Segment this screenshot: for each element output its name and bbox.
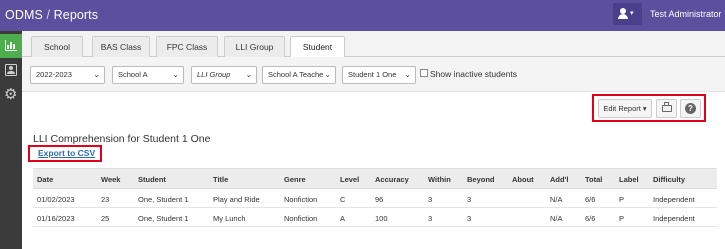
table-cell: A [340,214,346,223]
chevron-down-icon: ⌄ [172,70,179,79]
tab-lli-group[interactable]: LLI Group [224,36,285,57]
table-cell: Play and Ride [213,195,260,204]
column-header[interactable]: Level [340,175,359,184]
report-tabs: School BAS Class FPC Class LLI Group Stu… [22,31,725,58]
chevron-down-icon: ⌄ [93,70,100,79]
table-cell: C [340,195,346,204]
table-cell: P [619,195,625,204]
top-navbar: ODMS / Reports ▾ Test Administrator [0,0,725,31]
export-csv-link[interactable]: Export to CSV [38,148,95,158]
user-menu-button[interactable]: ▾ [613,3,642,25]
table-row: 01/16/2023 25 One, Student 1 My Lunch No… [33,209,717,227]
table-cell: 01/16/2023 [37,214,75,223]
column-header[interactable]: Week [101,175,120,184]
student-select[interactable]: Student 1 One ⌄ [342,66,416,84]
sidebar-item-students[interactable] [0,59,22,83]
sidebar-item-reports[interactable] [0,34,22,58]
table-cell: One, Student 1 [138,195,189,204]
table-cell: My Lunch [213,214,246,223]
school-year-select[interactable]: 2022-2023 ⌄ [30,66,105,84]
teacher-select[interactable]: School A Teache ⌄ [262,66,336,84]
table-cell: 3 [428,214,433,223]
table-cell: 3 [428,195,433,204]
table-cell: N/A [550,214,563,223]
tab-fpc-class[interactable]: FPC Class [156,36,218,57]
table-cell: Nonfiction [284,195,318,204]
table-cell: 25 [101,214,110,223]
show-inactive-checkbox[interactable] [420,69,428,77]
column-header[interactable]: Student [138,175,166,184]
tab-school[interactable]: School [31,36,83,57]
table-cell: P [619,214,625,223]
column-header[interactable]: Add'l [550,175,568,184]
table-cell: 6/6 [585,214,596,223]
app-name[interactable]: ODMS [5,8,43,22]
tab-bas-class[interactable]: BAS Class [92,36,150,57]
gear-icon: ⚙ [4,86,18,103]
report-title: LLI Comprehension for Student 1 One [33,133,211,145]
column-header[interactable]: Date [37,175,53,184]
table-cell: Independent [653,214,695,223]
group-select[interactable]: LLI Group ⌄ [191,66,257,84]
sidebar: ⚙ [0,31,22,249]
user-icon-body [618,14,628,19]
chevron-down-icon: ⌄ [324,70,331,79]
help-icon: ? [685,103,696,114]
tab-student[interactable]: Student [290,36,345,58]
page-title: Reports [53,8,99,22]
show-inactive-label[interactable]: Show inactive students [430,69,517,79]
help-button[interactable]: ? [680,99,701,118]
table-cell: 96 [375,195,384,204]
column-header[interactable]: Label [619,175,639,184]
column-header[interactable]: Beyond [467,175,495,184]
table-cell: 3 [467,214,472,223]
table-header: Date Week Student Title Genre Level Accu… [33,168,717,189]
chevron-down-icon: ⌄ [245,70,252,79]
column-header[interactable]: Within [428,175,451,184]
table-cell: 23 [101,195,110,204]
caret-down-icon: ▾ [630,10,634,17]
filter-bar: 2022-2023 ⌄ School A ⌄ LLI Group ⌄ School A… [22,57,725,92]
column-header[interactable]: About [512,175,534,184]
table-cell: 3 [467,195,472,204]
column-header[interactable]: Accuracy [375,175,409,184]
table-cell: 01/02/2023 [37,195,75,204]
table-cell: N/A [550,195,563,204]
contact-card-icon [5,64,17,76]
print-icon [662,102,672,112]
table-row: 01/02/2023 23 One, Student 1 Play and Ri… [33,190,717,208]
edit-report-button[interactable]: Edit Report ▾ [598,99,652,118]
table-cell: 6/6 [585,195,596,204]
breadcrumb: ODMS / Reports [5,8,98,22]
column-header[interactable]: Total [585,175,602,184]
table-cell: Nonfiction [284,214,318,223]
sidebar-item-settings[interactable]: ⚙ [0,84,22,108]
breadcrumb-separator: / [46,8,51,22]
bar-chart-icon [5,40,17,51]
column-header[interactable]: Title [213,175,228,184]
table-cell: 100 [375,214,388,223]
school-select[interactable]: School A ⌄ [112,66,184,84]
print-button[interactable] [656,99,677,118]
user-name[interactable]: Test Administrator [650,9,722,19]
column-header[interactable]: Difficulty [653,175,685,184]
table-cell: One, Student 1 [138,214,189,223]
table-cell: Independent [653,195,695,204]
column-header[interactable]: Genre [284,175,306,184]
chevron-down-icon: ⌄ [404,70,411,79]
